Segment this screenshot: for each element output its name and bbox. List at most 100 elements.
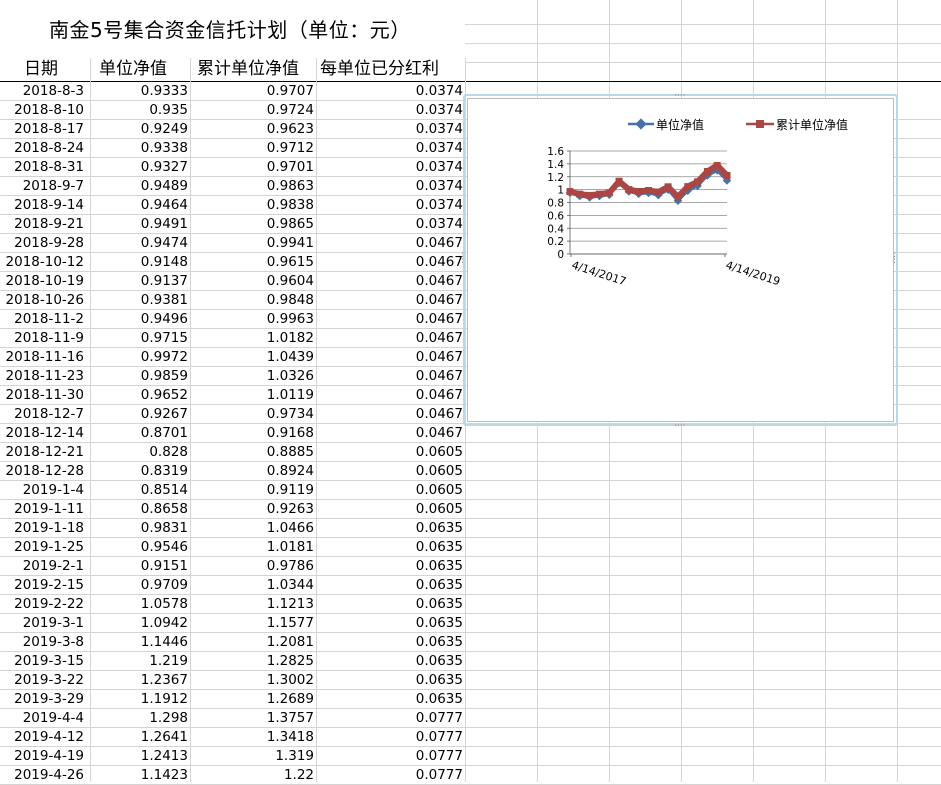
- resize-handle-left[interactable]: ::: [461, 251, 465, 266]
- cell-date[interactable]: 2018-9-28: [0, 234, 84, 252]
- cell-dividend[interactable]: 0.0635: [318, 576, 463, 594]
- cell-date[interactable]: 2018-10-12: [0, 253, 84, 271]
- cell-dividend[interactable]: 0.0467: [318, 272, 463, 290]
- cell-date[interactable]: 2018-10-26: [0, 291, 84, 309]
- cell-cumulative-nav[interactable]: 0.9865: [192, 215, 314, 233]
- cell-date[interactable]: 2019-3-22: [0, 671, 84, 689]
- cell-dividend[interactable]: 0.0374: [318, 177, 463, 195]
- cell-dividend[interactable]: 0.0605: [318, 500, 463, 518]
- cell-date[interactable]: 2019-4-19: [0, 747, 84, 765]
- cell-cumulative-nav[interactable]: 0.9963: [192, 310, 314, 328]
- cell-dividend[interactable]: 0.0467: [318, 348, 463, 366]
- cell-date[interactable]: 2018-9-14: [0, 196, 84, 214]
- cell-date[interactable]: 2018-10-19: [0, 272, 84, 290]
- cell-cumulative-nav[interactable]: 1.0439: [192, 348, 314, 366]
- cell-unit-nav[interactable]: 0.8701: [92, 424, 188, 442]
- cell-unit-nav[interactable]: 0.9709: [92, 576, 188, 594]
- cell-date[interactable]: 2019-2-15: [0, 576, 84, 594]
- cell-dividend[interactable]: 0.0635: [318, 519, 463, 537]
- cell-cumulative-nav[interactable]: 0.9168: [192, 424, 314, 442]
- header-cumulative-nav[interactable]: 累计单位净值: [197, 58, 299, 81]
- cell-cumulative-nav[interactable]: 1.0181: [192, 538, 314, 556]
- cell-cumulative-nav[interactable]: 1.2825: [192, 652, 314, 670]
- cell-date[interactable]: 2019-1-25: [0, 538, 84, 556]
- cell-unit-nav[interactable]: 0.9972: [92, 348, 188, 366]
- cell-cumulative-nav[interactable]: 1.2081: [192, 633, 314, 651]
- cell-cumulative-nav[interactable]: 1.0466: [192, 519, 314, 537]
- cell-cumulative-nav[interactable]: 1.0182: [192, 329, 314, 347]
- cell-unit-nav[interactable]: 0.9715: [92, 329, 188, 347]
- cell-cumulative-nav[interactable]: 1.2689: [192, 690, 314, 708]
- cell-cumulative-nav[interactable]: 0.9615: [192, 253, 314, 271]
- cell-unit-nav[interactable]: 0.9546: [92, 538, 188, 556]
- cell-dividend[interactable]: 0.0374: [318, 139, 463, 157]
- cell-cumulative-nav[interactable]: 0.9838: [192, 196, 314, 214]
- cell-date[interactable]: 2018-12-21: [0, 443, 84, 461]
- cell-unit-nav[interactable]: 1.0578: [92, 595, 188, 613]
- cell-unit-nav[interactable]: 0.828: [92, 443, 188, 461]
- cell-cumulative-nav[interactable]: 0.9623: [192, 120, 314, 138]
- cell-dividend[interactable]: 0.0467: [318, 386, 463, 404]
- cell-dividend[interactable]: 0.0635: [318, 538, 463, 556]
- cell-date[interactable]: 2018-11-9: [0, 329, 84, 347]
- cell-cumulative-nav[interactable]: 0.9734: [192, 405, 314, 423]
- cell-cumulative-nav[interactable]: 0.9848: [192, 291, 314, 309]
- cell-unit-nav[interactable]: 0.9859: [92, 367, 188, 385]
- cell-unit-nav[interactable]: 0.9137: [92, 272, 188, 290]
- cell-dividend[interactable]: 0.0777: [318, 747, 463, 765]
- cell-unit-nav[interactable]: 0.9496: [92, 310, 188, 328]
- cell-unit-nav[interactable]: 0.9333: [92, 82, 188, 100]
- cell-dividend[interactable]: 0.0635: [318, 690, 463, 708]
- cell-date[interactable]: 2018-8-3: [0, 82, 84, 100]
- cell-date[interactable]: 2018-11-23: [0, 367, 84, 385]
- cell-dividend[interactable]: 0.0605: [318, 462, 463, 480]
- cell-unit-nav[interactable]: 0.9489: [92, 177, 188, 195]
- cell-dividend[interactable]: 0.0467: [318, 253, 463, 271]
- cell-cumulative-nav[interactable]: 1.22: [192, 766, 314, 784]
- cell-dividend[interactable]: 0.0635: [318, 652, 463, 670]
- cell-dividend[interactable]: 0.0777: [318, 709, 463, 727]
- cell-cumulative-nav[interactable]: 0.9701: [192, 158, 314, 176]
- cell-date[interactable]: 2018-9-7: [0, 177, 84, 195]
- cell-cumulative-nav[interactable]: 0.9712: [192, 139, 314, 157]
- cell-unit-nav[interactable]: 0.8658: [92, 500, 188, 518]
- cell-unit-nav[interactable]: 0.935: [92, 101, 188, 119]
- cell-cumulative-nav[interactable]: 1.0119: [192, 386, 314, 404]
- cell-unit-nav[interactable]: 1.2367: [92, 671, 188, 689]
- cell-dividend[interactable]: 0.0777: [318, 766, 463, 784]
- cell-date[interactable]: 2019-2-1: [0, 557, 84, 575]
- cell-date[interactable]: 2018-8-31: [0, 158, 84, 176]
- cell-cumulative-nav[interactable]: 0.9786: [192, 557, 314, 575]
- cell-unit-nav[interactable]: 0.9652: [92, 386, 188, 404]
- cell-dividend[interactable]: 0.0635: [318, 614, 463, 632]
- resize-handle-bottom[interactable]: ····: [674, 422, 685, 431]
- cell-unit-nav[interactable]: 1.1912: [92, 690, 188, 708]
- cell-cumulative-nav[interactable]: 0.9604: [192, 272, 314, 290]
- cell-unit-nav[interactable]: 0.9249: [92, 120, 188, 138]
- cell-unit-nav[interactable]: 0.8319: [92, 462, 188, 480]
- cell-date[interactable]: 2018-12-7: [0, 405, 84, 423]
- cell-cumulative-nav[interactable]: 1.319: [192, 747, 314, 765]
- cell-cumulative-nav[interactable]: 0.9941: [192, 234, 314, 252]
- line-chart[interactable]: 单位净值 累计单位净值 0 0.2 0.4 0.6 0.8 1 1.2 1.4 1.6 4/14/…: [467, 98, 894, 422]
- cell-dividend[interactable]: 0.0467: [318, 291, 463, 309]
- cell-cumulative-nav[interactable]: 1.0344: [192, 576, 314, 594]
- sheet-title[interactable]: 南金5号集合资金信托计划（单位：元）: [49, 14, 411, 43]
- cell-dividend[interactable]: 0.0374: [318, 215, 463, 233]
- cell-dividend[interactable]: 0.0467: [318, 234, 463, 252]
- cell-cumulative-nav[interactable]: 1.3002: [192, 671, 314, 689]
- cell-unit-nav[interactable]: 0.9148: [92, 253, 188, 271]
- cell-dividend[interactable]: 0.0374: [318, 101, 463, 119]
- cell-unit-nav[interactable]: 1.2413: [92, 747, 188, 765]
- cell-dividend[interactable]: 0.0467: [318, 367, 463, 385]
- header-unit-nav[interactable]: 单位净值: [99, 58, 167, 81]
- cell-cumulative-nav[interactable]: 0.8885: [192, 443, 314, 461]
- cell-dividend[interactable]: 0.0635: [318, 595, 463, 613]
- cell-unit-nav[interactable]: 0.9327: [92, 158, 188, 176]
- cell-dividend[interactable]: 0.0467: [318, 424, 463, 442]
- cell-unit-nav[interactable]: 0.9338: [92, 139, 188, 157]
- cell-dividend[interactable]: 0.0777: [318, 728, 463, 746]
- cell-unit-nav[interactable]: 1.2641: [92, 728, 188, 746]
- cell-unit-nav[interactable]: 1.1446: [92, 633, 188, 651]
- cell-date[interactable]: 2019-4-26: [0, 766, 84, 784]
